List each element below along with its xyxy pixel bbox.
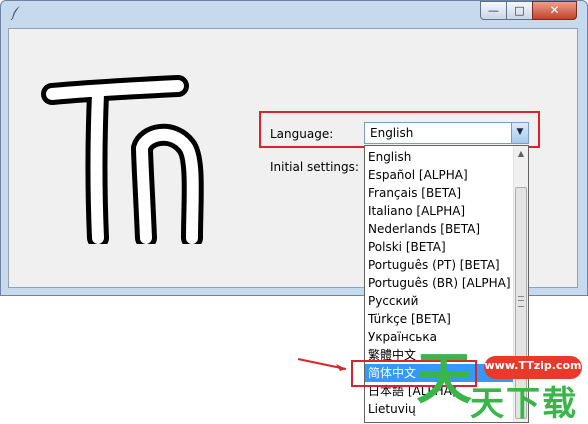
language-option-nederlands[interactable]: Nederlands [BETA] (365, 220, 516, 238)
logo-text: Th (36, 42, 38, 43)
minimize-button[interactable]: — (480, 1, 507, 20)
language-highlight-box (259, 111, 540, 148)
language-option-english[interactable]: English (365, 148, 516, 166)
language-option-espanol[interactable]: Español [ALPHA] (365, 166, 516, 184)
language-option-portugues-br[interactable]: Português (BR) [ALPHA] (365, 274, 516, 292)
red-arrow-icon (297, 358, 347, 371)
close-icon: ✕ (549, 3, 560, 17)
language-option-francais[interactable]: Français [BETA] (365, 184, 516, 202)
watermark-url: www.TTzip.com (484, 359, 582, 372)
initial-settings-label: Initial settings: (270, 160, 359, 174)
language-option-ukrainian[interactable]: Українська (365, 328, 516, 346)
minimize-icon: — (488, 4, 499, 17)
watermark-text: 天下载 (470, 384, 578, 424)
scroll-up-icon[interactable]: ▲ (514, 146, 528, 161)
dropdown-scrollbar[interactable]: ▲ (513, 146, 528, 422)
app-logo: Th (36, 42, 204, 244)
language-option-portugues-pt[interactable]: Português (PT) [BETA] (365, 256, 516, 274)
maximize-icon: □ (514, 4, 525, 17)
close-button[interactable]: ✕ (532, 1, 577, 20)
maximize-button[interactable]: □ (506, 1, 533, 20)
language-option-russian[interactable]: Русский (365, 292, 516, 310)
language-option-turkce[interactable]: Türkçe [BETA] (365, 310, 516, 328)
feather-icon (10, 6, 20, 21)
grip-icon (518, 296, 524, 307)
title-bar[interactable]: — □ ✕ (1, 1, 587, 27)
watermark-logo: 天 (416, 347, 472, 412)
language-option-polski[interactable]: Polski [BETA] (365, 238, 516, 256)
language-option-italiano[interactable]: Italiano [ALPHA] (365, 202, 516, 220)
